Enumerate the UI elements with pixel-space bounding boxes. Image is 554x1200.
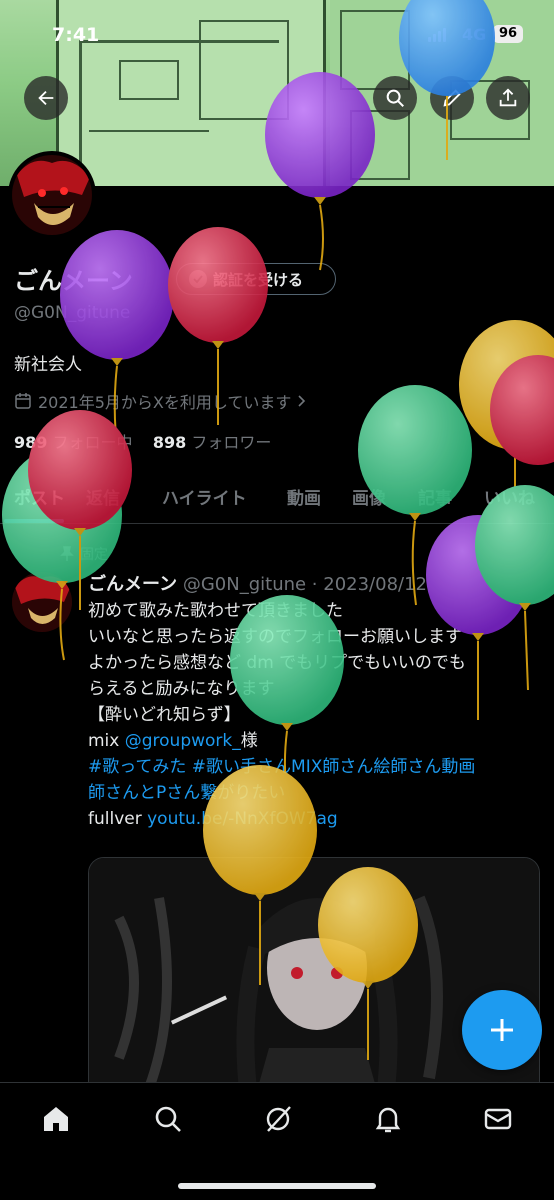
youtube-link[interactable]: youtu.be/-NnXfOW7ag — [147, 809, 338, 829]
tab-likes[interactable]: いいね — [484, 484, 554, 509]
post-line: らえると励みになります — [88, 679, 275, 699]
verified-badge-icon — [189, 270, 207, 288]
back-button[interactable] — [24, 76, 68, 120]
home-indicator — [178, 1183, 376, 1189]
profile-avatar[interactable] — [8, 151, 96, 239]
pinned-label: 固定 — [60, 544, 108, 564]
edit-button[interactable] — [430, 76, 474, 120]
search-button[interactable] — [373, 76, 417, 120]
hashtag-link[interactable]: #歌ってみた #歌い手さんMIX師さん絵師さん動画 — [88, 754, 546, 780]
post-avatar-image — [12, 572, 72, 632]
pinned-text: 固定 — [80, 547, 108, 563]
post-author-avatar[interactable] — [12, 572, 72, 632]
post-meta: @G0N_gitune · 2023/08/12 — [182, 574, 427, 595]
followers-label: フォロワー — [191, 433, 272, 452]
post-author-name[interactable]: ごんメーン — [88, 574, 177, 595]
tab-videos[interactable]: 動画 — [287, 484, 321, 509]
share-icon — [499, 88, 517, 107]
back-arrow-icon — [38, 90, 54, 106]
mix-line: mix @groupwork_様 — [88, 728, 546, 754]
chevron-right-icon — [298, 395, 306, 407]
post-line: 初めて歌みた歌わせて頂きました — [88, 601, 343, 621]
plus-icon — [491, 1019, 513, 1041]
pencil-icon — [443, 89, 461, 107]
fullver-prefix: fullver — [88, 809, 148, 829]
bell-icon[interactable] — [372, 1103, 404, 1135]
hashtag-link[interactable]: 師さんとPさん繋がりたい — [88, 780, 546, 806]
post-artwork — [89, 858, 539, 1096]
calendar-icon — [15, 393, 31, 409]
tab-articles[interactable]: 記事 — [418, 484, 452, 509]
profile-bio: 新社会人 — [14, 355, 82, 375]
post-line: よかったら感想など dm でもリプでもいいのでも — [88, 653, 466, 673]
get-verified-button[interactable]: 認証を受ける — [176, 263, 336, 295]
status-time: 7:41 — [52, 24, 100, 46]
profile-name: ごんメーン — [14, 267, 133, 295]
status-bar: 7:41 4G 96 — [0, 0, 554, 68]
post-line: 【酔いどれ知らず】 — [88, 705, 241, 725]
pin-icon — [60, 546, 74, 561]
tab-posts[interactable]: ポスト — [14, 484, 65, 509]
signal-icon — [428, 28, 446, 42]
mention-link[interactable]: @groupwork_ — [125, 731, 241, 751]
get-verified-label: 認証を受ける — [213, 270, 304, 289]
profile-tabs: ポスト 返信 ハイライト 動画 画像 記事 いいね — [0, 472, 554, 524]
tab-images[interactable]: 画像 — [352, 484, 386, 509]
join-date-text: 2021年5月からXを利用しています — [38, 393, 292, 412]
following-link[interactable]: 989 フォロー中 — [14, 433, 133, 452]
mail-icon[interactable] — [482, 1103, 514, 1135]
search-icon[interactable] — [152, 1103, 184, 1135]
tab-replies[interactable]: 返信 — [86, 484, 120, 509]
search-icon — [386, 89, 404, 107]
network-type: 4G — [462, 25, 487, 44]
share-button[interactable] — [486, 76, 530, 120]
grok-icon[interactable] — [262, 1103, 294, 1135]
tab-highlights[interactable]: ハイライト — [162, 484, 247, 509]
balloon — [490, 355, 554, 465]
mix-suffix: 様 — [240, 731, 258, 751]
following-count: 989 — [14, 433, 48, 452]
avatar-image — [12, 155, 92, 235]
post-line: いいなと思ったら返すのでフォローお願いします — [88, 627, 462, 647]
post-text: 初めて歌みた歌わせて頂きました いいなと思ったら返すのでフォローお願いします よ… — [88, 598, 546, 832]
fullver-line: fullver youtu.be/-NnXfOW7ag — [88, 806, 546, 832]
battery-indicator: 96 — [493, 25, 523, 43]
home-icon[interactable] — [40, 1103, 72, 1135]
followers-link[interactable]: 898 フォロワー — [153, 433, 272, 452]
profile-handle: @G0N_gitune — [14, 303, 131, 323]
post-header: ごんメーン @G0N_gitune · 2023/08/12 — [88, 570, 427, 596]
mix-prefix: mix — [88, 731, 125, 751]
active-tab-indicator — [4, 519, 64, 523]
compose-button[interactable] — [462, 990, 542, 1070]
join-date[interactable]: 2021年5月からXを利用しています — [14, 389, 307, 413]
post-media-image[interactable] — [88, 857, 540, 1097]
follow-stats: 989 フォロー中 898 フォロワー — [14, 429, 271, 453]
following-label: フォロー中 — [52, 433, 133, 452]
followers-count: 898 — [152, 433, 187, 452]
